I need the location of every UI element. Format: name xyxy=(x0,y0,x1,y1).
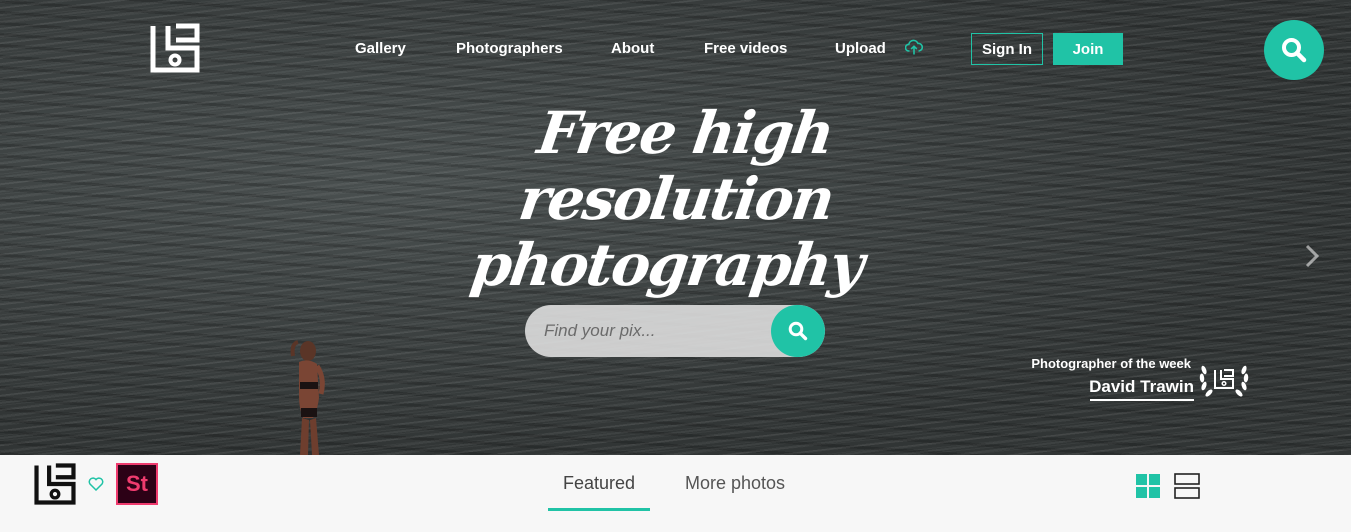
adobe-stock-button[interactable]: St xyxy=(116,463,158,505)
chevron-right-icon[interactable] xyxy=(1300,240,1324,272)
bottom-toolbar: St Featured More photos xyxy=(0,455,1351,532)
hero-search-bar xyxy=(525,305,825,357)
search-icon xyxy=(1282,38,1307,63)
cloud-upload-icon[interactable] xyxy=(905,38,923,56)
laurel-wreath-icon xyxy=(1199,365,1249,397)
tab-featured[interactable]: Featured xyxy=(563,473,635,494)
photographer-name-underline xyxy=(1090,399,1194,401)
photo-subject xyxy=(283,338,333,455)
search-input[interactable] xyxy=(525,305,771,357)
photographer-of-week-name[interactable]: David Trawin xyxy=(1060,377,1194,399)
active-tab-indicator xyxy=(548,508,650,511)
hero-headline: Free high resolution photography xyxy=(362,99,990,299)
logo-icon[interactable] xyxy=(150,23,200,73)
nav-about[interactable]: About xyxy=(611,40,654,57)
headline-line-2: photography xyxy=(466,231,867,299)
join-button[interactable]: Join xyxy=(1053,33,1123,65)
heart-icon[interactable] xyxy=(88,477,104,491)
photographer-of-week-label: Photographer of the week xyxy=(1031,356,1191,371)
nav-free-videos[interactable]: Free videos xyxy=(704,40,787,57)
nav-photographers[interactable]: Photographers xyxy=(456,40,563,57)
tab-more-photos[interactable]: More photos xyxy=(685,473,785,494)
nav-gallery[interactable]: Gallery xyxy=(355,40,406,57)
sign-in-button[interactable]: Sign In xyxy=(971,33,1043,65)
nav-upload[interactable]: Upload xyxy=(835,40,886,57)
search-icon xyxy=(788,321,808,341)
list-view-icon[interactable] xyxy=(1174,473,1200,499)
logo-icon[interactable] xyxy=(34,463,76,505)
headline-line-1: Free high resolution xyxy=(514,99,838,233)
search-button[interactable] xyxy=(1264,20,1324,80)
search-submit-button[interactable] xyxy=(771,305,825,357)
grid-view-icon[interactable] xyxy=(1135,473,1161,499)
hero-section: Gallery Photographers About Free videos … xyxy=(0,0,1351,455)
